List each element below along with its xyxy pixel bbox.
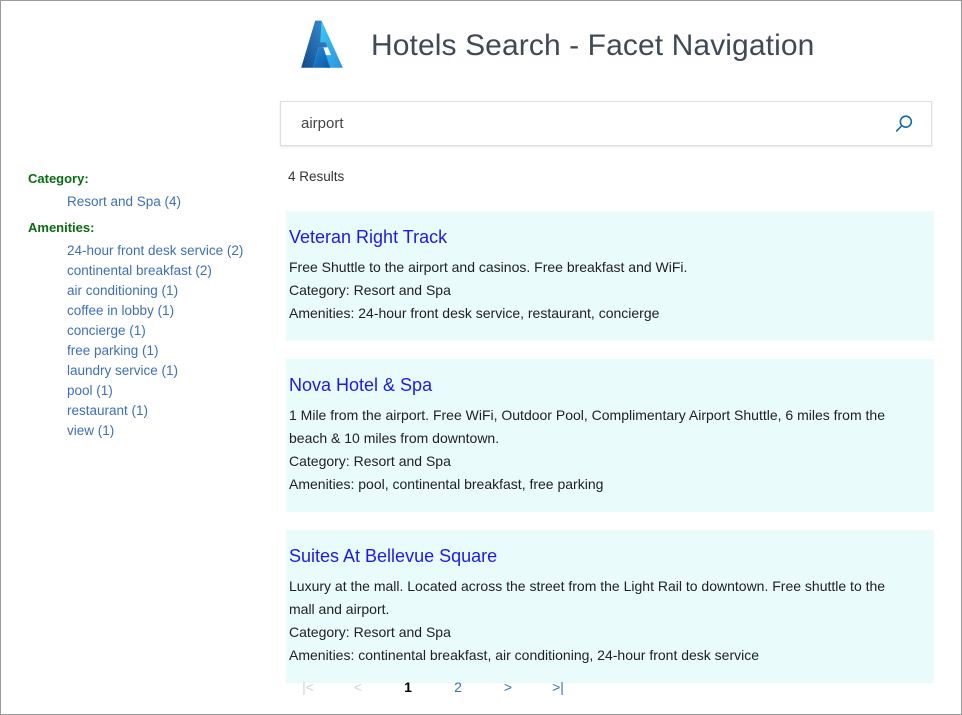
facet-link-pool[interactable]: pool (1) xyxy=(67,383,113,398)
page-title: Hotels Search - Facet Navigation xyxy=(371,29,814,63)
search-button[interactable] xyxy=(877,102,931,145)
list-item: restaurant (1) xyxy=(67,401,268,421)
search-input[interactable] xyxy=(281,102,877,145)
table-row[interactable]: Suites At Bellevue Square Luxury at the … xyxy=(286,530,934,683)
list-item: view (1) xyxy=(67,421,268,441)
result-amenities: Amenities: continental breakfast, air co… xyxy=(289,644,926,667)
result-category: Category: Resort and Spa xyxy=(289,279,926,302)
list-item: continental breakfast (2) xyxy=(67,261,268,281)
search-bar xyxy=(280,101,932,146)
list-item: concierge (1) xyxy=(67,321,268,341)
result-title-link[interactable]: Suites At Bellevue Square xyxy=(289,544,926,568)
result-amenities: Amenities: 24-hour front desk service, r… xyxy=(289,302,926,325)
result-description: Free Shuttle to the airport and casinos.… xyxy=(289,256,899,279)
list-item: Resort and Spa (4) xyxy=(67,192,268,212)
table-row[interactable]: Nova Hotel & Spa 1 Mile from the airport… xyxy=(286,359,934,512)
search-icon xyxy=(893,113,915,135)
result-card-content: Suites At Bellevue Square Luxury at the … xyxy=(286,544,934,667)
facet-group-amenities: Amenities: 24-hour front desk service (2… xyxy=(28,220,268,441)
facet-link-laundry-service[interactable]: laundry service (1) xyxy=(67,363,178,378)
list-item: coffee in lobby (1) xyxy=(67,301,268,321)
result-description: Luxury at the mall. Located across the s… xyxy=(289,575,899,621)
pagination-page-1: 1 xyxy=(383,678,433,696)
facet-link-view[interactable]: view (1) xyxy=(67,423,114,438)
app-window: Hotels Search - Facet Navigation Categor… xyxy=(0,0,962,715)
list-item: laundry service (1) xyxy=(67,361,268,381)
azure-logo-icon xyxy=(293,17,351,75)
pagination-last-button[interactable]: >| xyxy=(533,678,583,696)
list-item: 24-hour front desk service (2) xyxy=(67,241,268,261)
pagination-first-button: |< xyxy=(283,678,333,696)
pagination-page-2[interactable]: 2 xyxy=(433,678,483,696)
result-description: 1 Mile from the airport. Free WiFi, Outd… xyxy=(289,404,899,450)
app-header: Hotels Search - Facet Navigation xyxy=(293,15,814,77)
table-row[interactable]: Veteran Right Track Free Shuttle to the … xyxy=(286,211,934,341)
facet-list-amenities: 24-hour front desk service (2) continent… xyxy=(28,241,268,441)
facet-link-air-conditioning[interactable]: air conditioning (1) xyxy=(67,283,178,298)
search-results-area: 4 Results Veteran Right Track Free Shutt… xyxy=(286,169,934,701)
pagination: |< < 1 2 > >| xyxy=(283,678,583,696)
pagination-next-button[interactable]: > xyxy=(483,678,533,696)
result-title-link[interactable]: Veteran Right Track xyxy=(289,225,926,249)
facet-link-continental-breakfast[interactable]: continental breakfast (2) xyxy=(67,263,212,278)
facet-link-resort-and-spa[interactable]: Resort and Spa (4) xyxy=(67,194,181,209)
facet-group-header: Category: xyxy=(28,171,268,186)
facet-link-concierge[interactable]: concierge (1) xyxy=(67,323,146,338)
list-item: air conditioning (1) xyxy=(67,281,268,301)
list-item: free parking (1) xyxy=(67,341,268,361)
results-count: 4 Results xyxy=(288,169,934,184)
result-category: Category: Resort and Spa xyxy=(289,621,926,644)
facet-link-free-parking[interactable]: free parking (1) xyxy=(67,343,159,358)
facet-navigation-sidebar: Category: Resort and Spa (4) Amenities: … xyxy=(28,171,268,445)
facet-list-category: Resort and Spa (4) xyxy=(28,192,268,212)
result-title-link[interactable]: Nova Hotel & Spa xyxy=(289,373,926,397)
result-card-content: Veteran Right Track Free Shuttle to the … xyxy=(286,225,934,325)
list-item: pool (1) xyxy=(67,381,268,401)
facet-link-coffee-in-lobby[interactable]: coffee in lobby (1) xyxy=(67,303,174,318)
result-card-content: Nova Hotel & Spa 1 Mile from the airport… xyxy=(286,373,934,496)
pagination-prev-button: < xyxy=(333,678,383,696)
facet-group-header: Amenities: xyxy=(28,220,268,235)
facet-link-24-hour-front-desk-service[interactable]: 24-hour front desk service (2) xyxy=(67,243,243,258)
result-category: Category: Resort and Spa xyxy=(289,450,926,473)
result-amenities: Amenities: pool, continental breakfast, … xyxy=(289,473,926,496)
facet-link-restaurant[interactable]: restaurant (1) xyxy=(67,403,148,418)
facet-group-category: Category: Resort and Spa (4) xyxy=(28,171,268,212)
